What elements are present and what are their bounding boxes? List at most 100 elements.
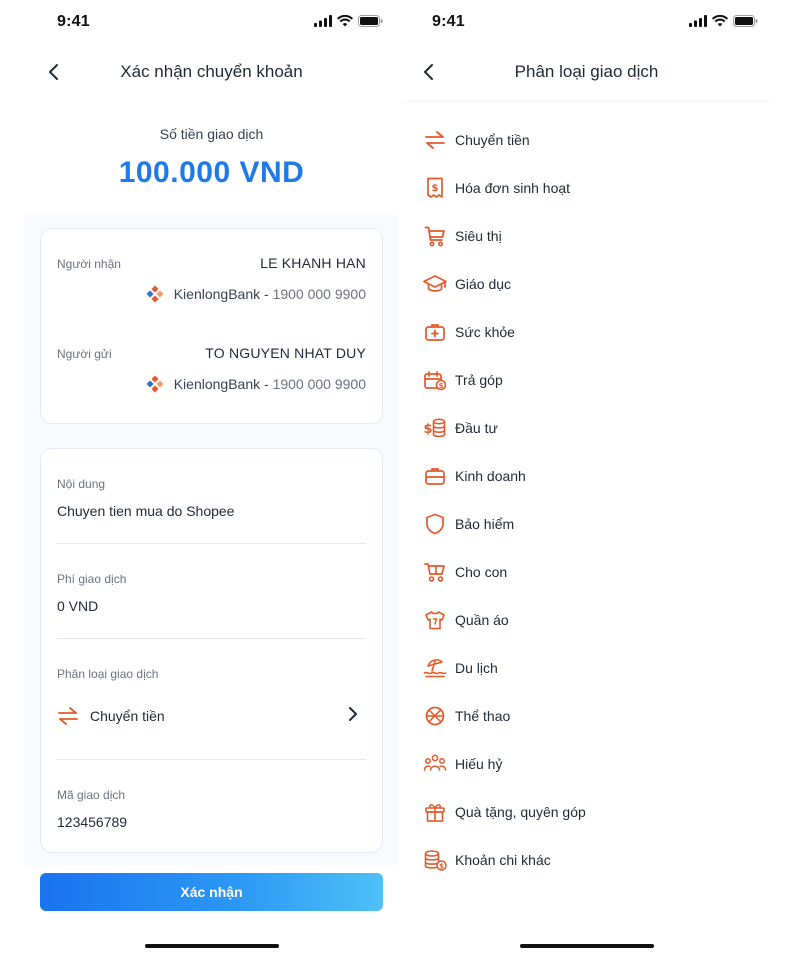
amount-block: Số tiền giao dịch 100.000 VND bbox=[24, 126, 399, 190]
recipient-bank-phone: 1900 000 9900 bbox=[272, 286, 366, 302]
amount-label: Số tiền giao dịch bbox=[159, 126, 264, 142]
recipient-bank-name: KienlongBank bbox=[173, 286, 261, 302]
category-field: Phân loại giao dịch bbox=[57, 667, 366, 681]
content-field: Nội dung Chuyen tien mua do Shopee bbox=[57, 477, 366, 519]
transaction-id-value: 123456789 bbox=[57, 814, 128, 830]
page-title: Xác nhận chuyển khoản bbox=[120, 62, 303, 81]
category-item-label: Hiếu hỷ bbox=[455, 756, 503, 772]
beach-umbrella-icon bbox=[423, 656, 447, 680]
cart-icon bbox=[423, 224, 447, 248]
amount-value: 100.000 VND bbox=[118, 156, 305, 189]
battery-icon bbox=[358, 15, 383, 27]
status-icons bbox=[689, 15, 758, 27]
category-item-health[interactable]: Sức khỏe bbox=[399, 308, 774, 356]
signal-icon bbox=[314, 15, 332, 27]
recipient-name: LE KHANH HAN bbox=[260, 255, 366, 271]
svg-text:$: $ bbox=[439, 862, 444, 870]
confirm-transfer-screen: 9:41 Xác nhận chuyển khoản Số tiền giao … bbox=[24, 0, 399, 963]
transfer-icon bbox=[57, 705, 79, 727]
graduation-cap-icon bbox=[423, 272, 447, 296]
category-item-children[interactable]: Cho con bbox=[399, 548, 774, 596]
category-item-travel[interactable]: Du lịch bbox=[399, 644, 774, 692]
category-item-education[interactable]: Giáo dục bbox=[399, 260, 774, 308]
category-item-label: Kinh doanh bbox=[455, 468, 526, 484]
category-screen: 9:41 Phân loại giao dịch Chuyển tiền $ H… bbox=[399, 0, 774, 963]
page-title: Phân loại giao dịch bbox=[514, 62, 659, 81]
shirt-icon bbox=[423, 608, 447, 632]
sender-bank-separator: - bbox=[260, 376, 273, 392]
nav-bar: Phân loại giao dịch bbox=[399, 50, 774, 100]
status-bar: 9:41 bbox=[24, 0, 399, 44]
category-item-label: Giáo dục bbox=[455, 276, 512, 292]
people-icon bbox=[423, 752, 447, 776]
details-card: Nội dung Chuyen tien mua do Shopee Phí g… bbox=[40, 448, 383, 853]
divider bbox=[57, 638, 366, 639]
bank-logo-icon bbox=[146, 285, 164, 303]
category-item-label: Quà tặng, quyên góp bbox=[455, 804, 586, 820]
bank-logo-icon bbox=[146, 375, 164, 393]
receipt-icon: $ bbox=[423, 176, 447, 200]
svg-text:$: $ bbox=[423, 422, 432, 437]
sender-bank: KienlongBank - 1900 000 9900 bbox=[146, 375, 366, 393]
category-list: Chuyển tiền $ Hóa đơn sinh hoạt Siêu thị… bbox=[399, 116, 774, 884]
recipient-bank-separator: - bbox=[260, 286, 273, 302]
category-item-ceremonies[interactable]: Hiếu hỷ bbox=[399, 740, 774, 788]
category-item-label: Chuyển tiền bbox=[455, 132, 530, 148]
recipient-bank: KienlongBank - 1900 000 9900 bbox=[146, 285, 366, 303]
fee-value: 0 VND bbox=[57, 598, 99, 614]
category-label: Phân loại giao dịch bbox=[57, 667, 159, 681]
sender-name: TO NGUYEN NHAT DUY bbox=[205, 345, 366, 361]
status-bar: 9:41 bbox=[399, 0, 774, 44]
nav-bar: Xác nhận chuyển khoản bbox=[24, 50, 399, 96]
category-item-bills[interactable]: $ Hóa đơn sinh hoạt bbox=[399, 164, 774, 212]
category-item-label: Sức khỏe bbox=[455, 324, 515, 340]
installment-icon: $ bbox=[423, 368, 447, 392]
status-time: 9:41 bbox=[57, 13, 90, 30]
medical-kit-icon bbox=[423, 320, 447, 344]
briefcase-icon bbox=[423, 464, 447, 488]
category-item-insurance[interactable]: Bảo hiểm bbox=[399, 500, 774, 548]
category-item-other-expenses[interactable]: $ Khoản chi khác bbox=[399, 836, 774, 884]
category-item-gifts[interactable]: Quà tặng, quyên góp bbox=[399, 788, 774, 836]
stroller-icon bbox=[423, 560, 447, 584]
category-item-label: Hóa đơn sinh hoạt bbox=[455, 180, 571, 196]
category-item-label: Thể thao bbox=[455, 708, 511, 724]
divider bbox=[57, 759, 366, 760]
chevron-right-icon bbox=[349, 707, 357, 721]
coin-stack-icon: $ bbox=[423, 416, 447, 440]
category-selector[interactable]: Chuyển tiền bbox=[57, 701, 366, 731]
shield-icon bbox=[423, 512, 447, 536]
category-item-investment[interactable]: $ Đầu tư bbox=[399, 404, 774, 452]
category-item-label: Đầu tư bbox=[455, 420, 498, 436]
status-time: 9:41 bbox=[432, 13, 465, 30]
sender-label: Người gửi bbox=[57, 347, 112, 361]
svg-text:$: $ bbox=[432, 183, 439, 194]
transaction-id-label: Mã giao dịch bbox=[57, 788, 126, 802]
transaction-id-field: Mã giao dịch 123456789 bbox=[57, 788, 366, 830]
category-item-label: Bảo hiểm bbox=[455, 516, 515, 532]
category-item-label: Trả góp bbox=[455, 372, 503, 388]
category-item-label: Du lịch bbox=[455, 660, 498, 676]
confirm-button[interactable]: Xác nhận bbox=[40, 873, 383, 911]
status-icons bbox=[314, 15, 383, 27]
ball-icon bbox=[423, 704, 447, 728]
wifi-icon bbox=[337, 15, 353, 27]
sender-bank-name: KienlongBank bbox=[173, 376, 261, 392]
fee-label: Phí giao dịch bbox=[57, 572, 127, 586]
category-item-business[interactable]: Kinh doanh bbox=[399, 452, 774, 500]
signal-icon bbox=[689, 15, 707, 27]
content-label: Nội dung bbox=[57, 477, 106, 491]
home-indicator bbox=[520, 944, 654, 948]
transfer-icon bbox=[423, 128, 447, 152]
category-item-supermarket[interactable]: Siêu thị bbox=[399, 212, 774, 260]
category-item-label: Cho con bbox=[455, 564, 508, 580]
category-item-installment[interactable]: $ Trả góp bbox=[399, 356, 774, 404]
home-indicator bbox=[145, 944, 279, 948]
category-item-label: Siêu thị bbox=[455, 228, 502, 244]
category-item-label: Quần áo bbox=[455, 612, 509, 628]
category-item-transfer[interactable]: Chuyển tiền bbox=[399, 116, 774, 164]
wifi-icon bbox=[712, 15, 728, 27]
category-item-sports[interactable]: Thể thao bbox=[399, 692, 774, 740]
parties-card: Người nhận LE KHANH HAN KienlongBank - 1… bbox=[40, 228, 383, 424]
category-item-clothing[interactable]: Quần áo bbox=[399, 596, 774, 644]
